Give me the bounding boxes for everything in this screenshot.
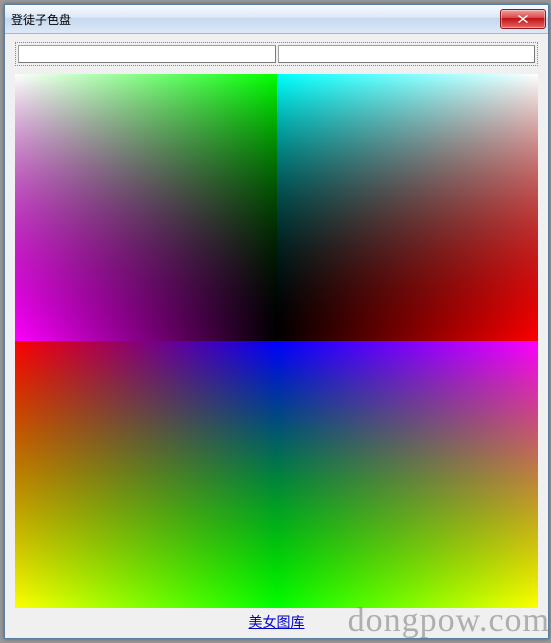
client-area: 美女图库 dongpow.com	[5, 34, 548, 638]
titlebar: 登徒子色盘	[5, 5, 548, 34]
color-input-left[interactable]	[18, 45, 276, 63]
footer-link-row: 美女图库	[15, 608, 538, 632]
palette-quad-1[interactable]	[15, 74, 277, 341]
close-button[interactable]	[500, 9, 546, 29]
color-palette[interactable]	[15, 74, 538, 608]
color-input-right[interactable]	[278, 45, 536, 63]
palette-quad-4[interactable]	[277, 341, 539, 608]
palette-quad-3[interactable]	[15, 341, 277, 608]
close-icon	[518, 15, 528, 23]
input-row	[15, 42, 538, 66]
app-window: 登徒子色盘	[4, 4, 549, 639]
palette-quad-2[interactable]	[277, 74, 539, 341]
gallery-link[interactable]: 美女图库	[249, 616, 305, 631]
window-title: 登徒子色盘	[11, 11, 71, 28]
